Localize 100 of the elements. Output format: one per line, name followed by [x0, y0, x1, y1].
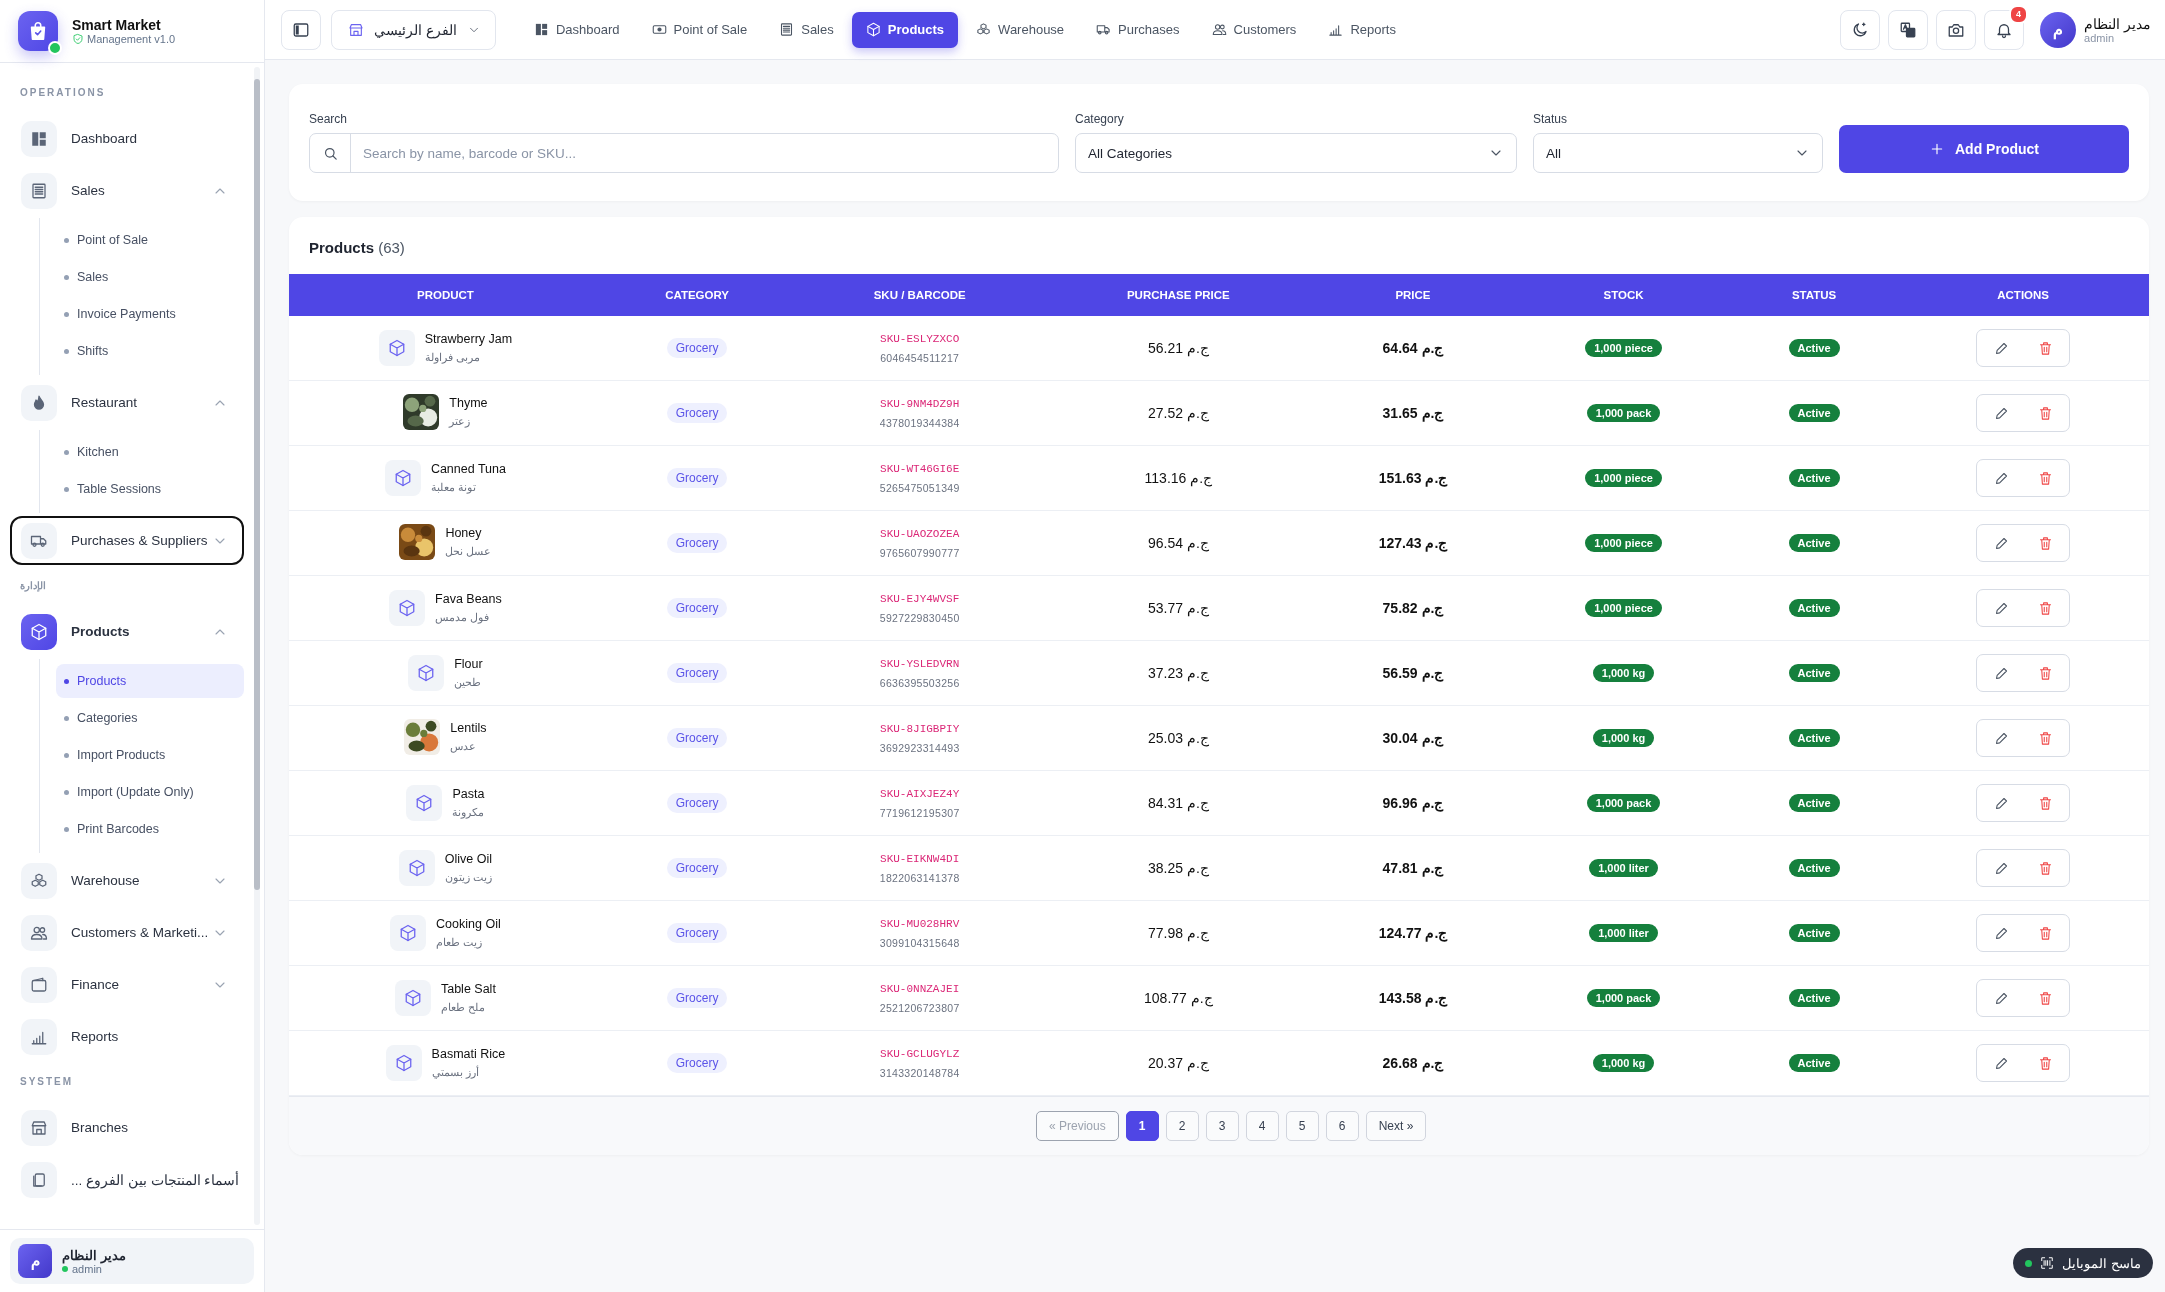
nav-tab[interactable]: Reports [1314, 11, 1410, 48]
language-button[interactable] [1888, 9, 1929, 50]
scan-icon [2040, 1256, 2055, 1270]
sidebar-toggle-icon [292, 20, 310, 39]
nav-tab[interactable]: Products [851, 11, 959, 48]
trash-icon [2037, 340, 2053, 356]
select-field[interactable]: All Categories [1075, 133, 1517, 173]
box-icon [394, 1054, 413, 1072]
page-button[interactable]: 3 [1205, 1111, 1239, 1141]
receipt-icon [779, 22, 795, 37]
search-field[interactable]: Search by name, barcode or SKU... [309, 133, 1059, 173]
box-icon [407, 859, 426, 877]
sidebar-item[interactable]: Reports [10, 1012, 244, 1061]
sidebar-item[interactable]: ... أسماء المنتجات بين الفروع [10, 1155, 244, 1204]
sidebar-item[interactable]: Dashboard [10, 114, 244, 163]
brand-subtitle: Management v1.0 [87, 33, 176, 45]
product-name-arabic: أرز بسمتي [431, 1066, 480, 1079]
purchase-price: 27.52 ج.م [1147, 405, 1209, 421]
sku-code: SKU-9NM4DZ9H [879, 397, 961, 410]
submenu-item[interactable]: Products [56, 664, 244, 698]
nav-tab[interactable]: Warehouse [962, 11, 1079, 48]
page-button[interactable]: 4 [1245, 1111, 1279, 1141]
pencil-icon [1993, 1055, 2009, 1071]
page-button[interactable]: 1 [1125, 1111, 1159, 1141]
sidebar-item[interactable]: Sales [10, 166, 244, 215]
status-badge: Active [1788, 599, 1840, 617]
dashboard-icon [30, 129, 48, 148]
page-button[interactable]: 6 [1325, 1111, 1359, 1141]
purchase-price: 84.31 ج.م [1147, 795, 1209, 811]
page-button[interactable]: 2 [1165, 1111, 1199, 1141]
submenu-item[interactable]: Import Products [56, 738, 244, 772]
sidebar-item[interactable]: Purchases & Suppliers [10, 516, 244, 565]
sidebar-toggle-button[interactable] [281, 9, 321, 50]
sidebar-item[interactable]: Customers & Marketi... [10, 908, 244, 957]
pencil-icon [1993, 340, 2009, 356]
submenu-item[interactable]: Shifts [56, 334, 244, 368]
submenu-item[interactable]: Table Sessions [56, 472, 244, 506]
branch-select[interactable]: الفرع الرئيسي [331, 9, 496, 50]
sku-code: SKU-WT46GI6E [879, 462, 961, 475]
sidebar-item[interactable]: Restaurant [10, 378, 244, 427]
status-badge: Active [1788, 859, 1840, 877]
copy-icon [30, 1170, 48, 1189]
category-tag: Grocery [666, 468, 728, 488]
section-label: الإدارة [19, 579, 47, 594]
submenu-item[interactable]: Import (Update Only) [56, 775, 244, 809]
column-header: STOCK [1516, 274, 1731, 316]
price: 47.81 ج.م [1382, 860, 1444, 876]
pencil-icon [1993, 730, 2009, 746]
search-input[interactable]: Search by name, barcode or SKU... [351, 145, 1058, 161]
nav-tab[interactable]: Customers [1197, 11, 1311, 48]
price: 26.68 ج.م [1382, 1055, 1444, 1071]
sidebar-item[interactable]: Products [10, 607, 244, 656]
price: 127.43 ج.م [1378, 535, 1448, 551]
add-product-button[interactable]: Add Product [1839, 125, 2129, 173]
product-name: Basmati Rice [431, 1047, 506, 1061]
barcode-number: 7719612195307 [878, 806, 961, 819]
submenu-item[interactable]: Point of Sale [56, 223, 244, 257]
mobile-scanner-button[interactable]: ماسح الموبايل [2013, 1248, 2153, 1278]
submenu-item[interactable]: Sales [56, 260, 244, 294]
nav-tab[interactable]: Point of Sale [637, 11, 762, 48]
submenu-item[interactable]: Categories [56, 701, 244, 735]
trash-icon [2037, 405, 2053, 421]
product-name: Fava Beans [435, 592, 502, 606]
submenu-item[interactable]: Invoice Payments [56, 297, 244, 331]
dashboard-icon [533, 22, 549, 37]
stock-badge: 1,000 liter [1589, 924, 1658, 942]
trash-icon [2037, 665, 2053, 681]
submenu-item[interactable]: Print Barcodes [56, 812, 244, 846]
next-button[interactable]: Next » [1365, 1111, 1427, 1141]
barcode-number: 1822063141378 [878, 871, 961, 884]
category-tag: Grocery [666, 598, 728, 618]
nav-tab[interactable]: Sales [765, 11, 848, 48]
sidebar-item[interactable]: Finance [10, 960, 244, 1009]
purchase-price: 56.21 ج.م [1147, 340, 1209, 356]
barcode-number: 9765607990777 [878, 546, 961, 559]
category-tag: Grocery [666, 403, 728, 423]
trash-icon [2037, 600, 2053, 616]
theme-button[interactable] [1840, 9, 1881, 50]
sidebar-item[interactable]: Warehouse [10, 856, 244, 905]
avatar[interactable]: م [2040, 11, 2077, 48]
camera-button[interactable] [1936, 9, 1977, 50]
product-name-arabic: طحين [454, 676, 483, 689]
receipt-icon [30, 181, 48, 200]
sidebar-item[interactable]: Branches [10, 1103, 244, 1152]
scrollbar[interactable] [254, 67, 260, 1225]
nav-tab[interactable]: Dashboard [519, 11, 634, 48]
price: 151.63 ج.م [1378, 470, 1448, 486]
select-field[interactable]: All [1533, 133, 1823, 173]
product-name-arabic: فول مدمس [435, 611, 491, 624]
stock-badge: 1,000 piece [1585, 469, 1662, 487]
product-name: Flour [454, 657, 483, 671]
nav-tab[interactable]: Purchases [1082, 11, 1194, 48]
submenu-item[interactable]: Kitchen [56, 435, 244, 469]
field-label: Status [1533, 112, 1569, 126]
pencil-icon [1993, 535, 2009, 551]
sku-code: SKU-EIKNW4DI [879, 852, 961, 865]
stock-badge: 1,000 kg [1592, 664, 1655, 682]
sku-code: SKU-UAOZOZEA [879, 527, 961, 540]
page-button[interactable]: 5 [1285, 1111, 1319, 1141]
truck-icon [1096, 22, 1112, 37]
